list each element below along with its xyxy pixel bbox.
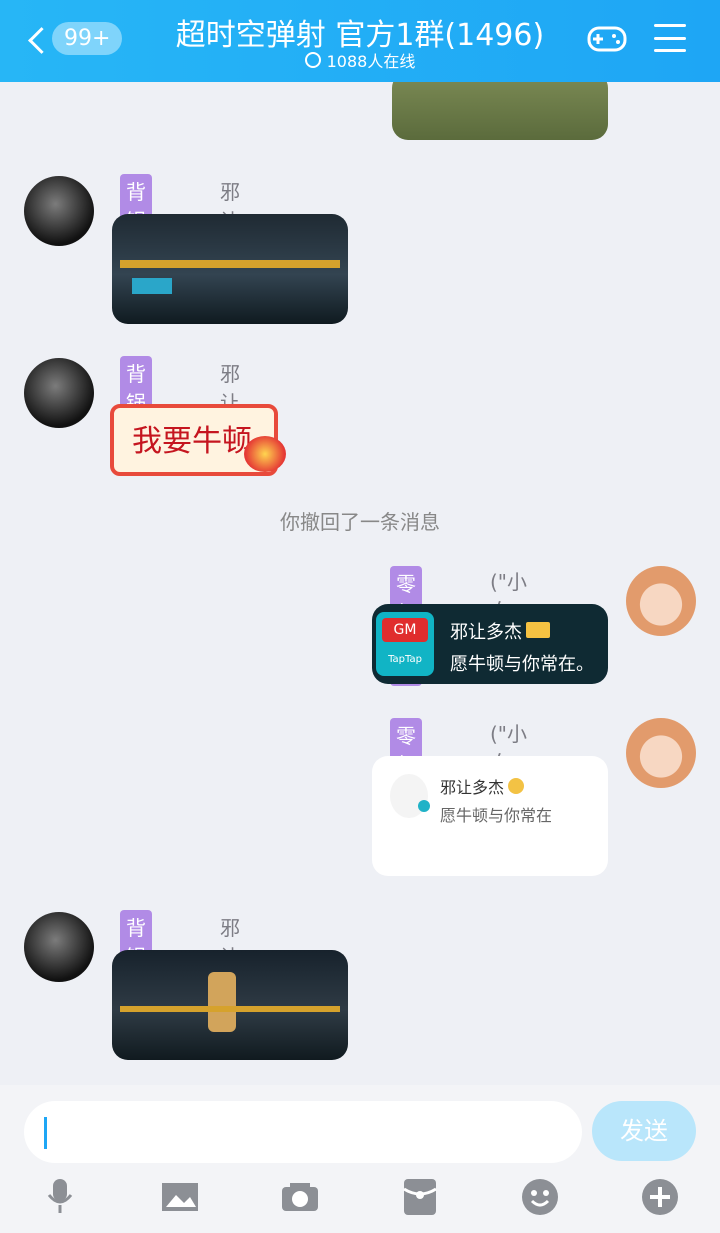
chat-header: 99+ 超时空弹射 官方1群(1496) 1088人在线 [0, 0, 720, 82]
app-icon: GM TapTap [376, 612, 434, 676]
profile-name: 邪让多杰 [440, 778, 505, 797]
image-message[interactable] [112, 950, 348, 1060]
send-button[interactable]: 发送 [592, 1101, 696, 1161]
verified-icon [418, 800, 430, 812]
taptap-label: TapTap [388, 654, 422, 665]
emoji-icon[interactable] [520, 1177, 560, 1217]
avatar[interactable] [24, 358, 94, 428]
card-badge-icon [526, 622, 550, 638]
image-message[interactable] [112, 214, 348, 324]
mic-icon[interactable] [40, 1177, 80, 1217]
avatar[interactable] [626, 718, 696, 788]
menu-icon[interactable] [654, 24, 686, 52]
camera-icon[interactable] [280, 1177, 320, 1217]
text-caret [44, 1117, 47, 1149]
red-packet-icon[interactable] [400, 1177, 440, 1217]
image-message-partial[interactable] [392, 82, 608, 140]
online-count: 1088人在线 [326, 52, 416, 71]
money-bag-icon [244, 436, 286, 472]
sticker-message[interactable]: 我要牛顿 [96, 396, 296, 480]
image-icon[interactable] [160, 1177, 200, 1217]
profile-subtitle: 愿牛顿与你常在 [440, 806, 553, 825]
sticker-text: 我要牛顿 [132, 424, 252, 459]
card-message[interactable]: GM TapTap 邪让多杰 愿牛顿与你常在。 [372, 604, 608, 684]
online-icon [304, 52, 321, 68]
avatar[interactable] [24, 912, 94, 982]
avatar[interactable] [626, 566, 696, 636]
message-input[interactable] [24, 1101, 582, 1163]
system-message: 你撤回了一条消息 [280, 510, 440, 534]
gamepad-icon[interactable] [586, 22, 628, 54]
input-bar: 发送 [0, 1085, 720, 1233]
plus-icon[interactable] [640, 1177, 680, 1217]
card-subtitle: 愿牛顿与你常在。 [450, 654, 594, 675]
avatar[interactable] [24, 176, 94, 246]
gm-badge: GM [382, 618, 428, 642]
card-title: 邪让多杰 [450, 622, 522, 643]
profile-card-message[interactable]: 邪让多杰 愿牛顿与你常在 [372, 756, 608, 876]
message-list[interactable]: 背锅运营 邪让多杰 背锅运营 邪让多杰 我要牛顿 你撤回了一条消息 零氪萌新 (… [0, 82, 720, 1085]
face-icon [508, 778, 524, 794]
